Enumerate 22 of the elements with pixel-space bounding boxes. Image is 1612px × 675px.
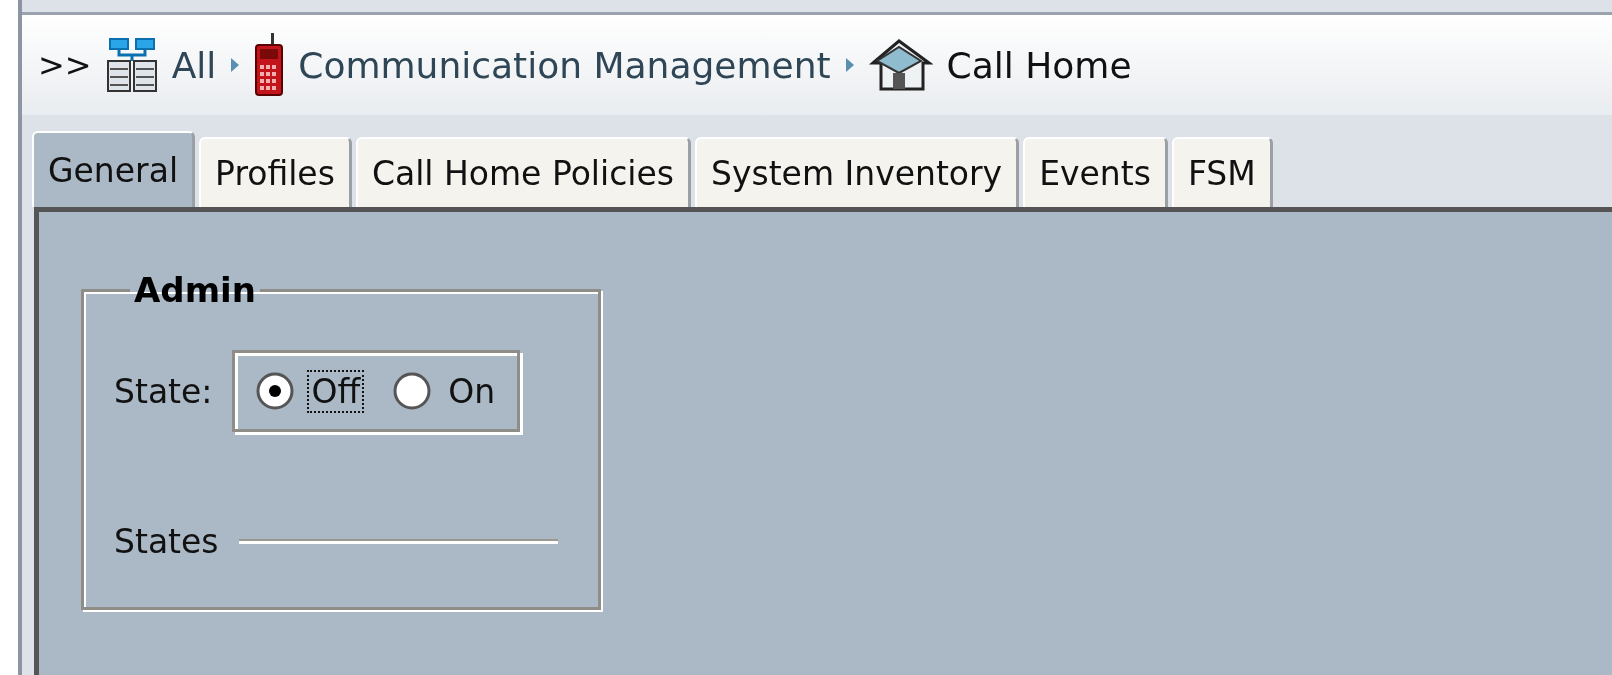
breadcrumb-link[interactable]: Communication Management [298,44,831,86]
tab[interactable]: System Inventory [694,137,1020,207]
option-label[interactable]: Off [309,371,363,411]
section-label: States [114,522,219,561]
house-icon [868,37,933,93]
network-icon [105,37,158,93]
phone-icon [254,33,285,97]
tab[interactable]: Call Home Policies [355,137,691,207]
breadcrumb-prefix: >> [38,46,92,84]
triangle-icon [844,57,855,73]
triangle-icon [230,57,241,73]
breadcrumb-link[interactable]: All [171,44,217,86]
breadcrumb-link[interactable]: Call Home [946,44,1132,86]
field-label: State: [114,371,213,411]
radio-button[interactable] [255,371,296,411]
option-label[interactable]: On [446,371,498,411]
radio-button[interactable] [392,371,433,411]
tab[interactable]: General [32,131,196,207]
group-title: Admin [133,270,257,310]
tab[interactable]: FSM [1171,137,1273,207]
tab[interactable]: Profiles [199,137,352,207]
tab[interactable]: Events [1023,137,1168,207]
